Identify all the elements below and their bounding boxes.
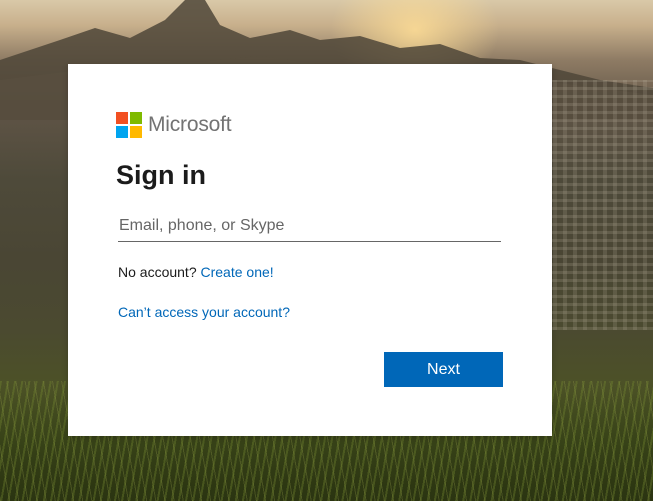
microsoft-brand: Microsoft [116, 112, 232, 138]
logo-square-yellow [130, 126, 142, 138]
email-field[interactable] [118, 210, 501, 242]
cant-access-account-link[interactable]: Can’t access your account? [118, 304, 290, 320]
city-background [543, 80, 653, 330]
no-account-row: No account? Create one! [118, 264, 274, 280]
logo-square-red [116, 112, 128, 124]
cant-access-row: Can’t access your account? [118, 304, 290, 320]
brand-name: Microsoft [148, 113, 232, 136]
next-button[interactable]: Next [384, 352, 503, 387]
no-account-text: No account? [118, 264, 197, 280]
create-account-link[interactable]: Create one! [201, 264, 274, 280]
signin-card: Microsoft Sign in No account? Create one… [68, 64, 552, 436]
logo-square-green [130, 112, 142, 124]
page-title: Sign in [116, 160, 206, 190]
microsoft-logo-icon [116, 112, 142, 138]
logo-square-blue [116, 126, 128, 138]
